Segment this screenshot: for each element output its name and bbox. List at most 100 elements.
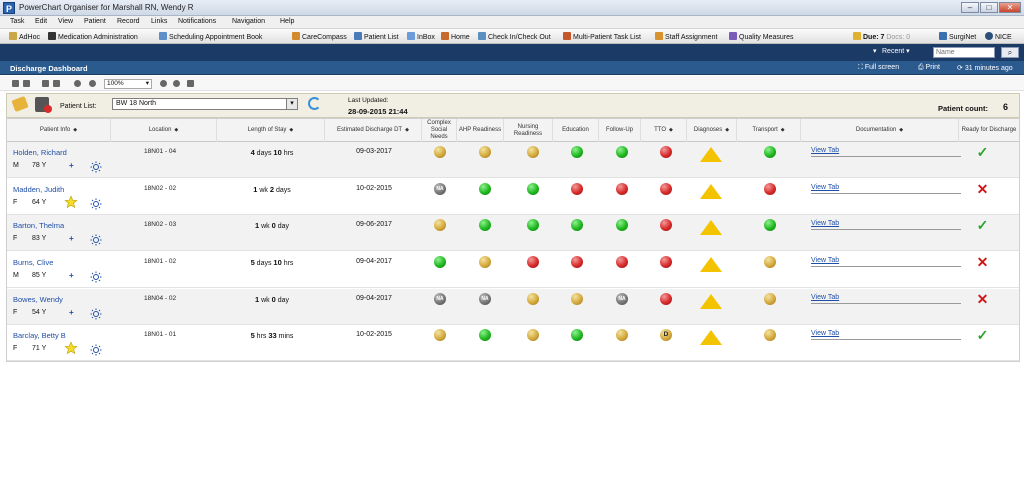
toolbar-patient-list[interactable]: Patient List <box>354 32 399 41</box>
refresh-icon[interactable] <box>308 97 321 110</box>
table-row[interactable]: Burns, Clive M 85 Y +18N01 - 02 5 days 10 hr… <box>7 252 1019 288</box>
table-row[interactable]: Barclay, Betty B F 71 Y 18N01 - 01 5 hrs 33 … <box>7 325 1019 361</box>
status-tto-icon[interactable] <box>660 146 672 158</box>
toolbar-quality-measures[interactable]: Quality Measures <box>729 32 793 41</box>
patient-name-link[interactable]: Burns, Clive <box>13 258 53 267</box>
col-ahp-readiness[interactable]: AHP Readiness <box>457 119 504 142</box>
toolbar-staff-assignment[interactable]: Staff Assignment <box>655 32 717 41</box>
ready-for-discharge-check-icon[interactable]: ✓ <box>975 328 990 343</box>
table-row[interactable]: Holden, Richard M 78 Y +18N01 - 04 4 days 10… <box>7 142 1019 178</box>
view-tab-link[interactable]: View Tab <box>811 330 839 337</box>
status-follow-up-icon[interactable] <box>616 256 628 268</box>
sun-icon[interactable] <box>90 344 102 356</box>
toolbar-check-in-out[interactable]: Check In/Check Out <box>478 32 551 41</box>
close-button[interactable]: ✕ <box>999 2 1021 13</box>
binoculars-icon[interactable] <box>12 80 19 87</box>
dropdown-arrow-icon[interactable]: ▾ <box>873 47 877 55</box>
zoom-in-icon[interactable] <box>74 80 81 87</box>
view-tab-link[interactable]: View Tab <box>811 294 839 301</box>
menu-edit[interactable]: Edit <box>35 18 47 25</box>
status-tto-icon[interactable] <box>660 293 672 305</box>
sun-icon[interactable] <box>90 234 102 246</box>
name-search-input[interactable] <box>933 47 995 58</box>
status-nursing-readiness-icon[interactable] <box>527 146 539 158</box>
ready-for-discharge-check-icon[interactable]: ✓ <box>975 218 990 233</box>
menu-navigation[interactable]: Navigation <box>232 18 265 25</box>
status-complex-social-needs-icon[interactable]: NA <box>434 293 446 305</box>
toolbar-surginet[interactable]: SurgiNet <box>939 32 976 41</box>
patient-name-link[interactable]: Madden, Judith <box>13 185 64 194</box>
status-follow-up-icon[interactable] <box>616 146 628 158</box>
status-complex-social-needs-icon[interactable] <box>434 329 446 341</box>
status-follow-up-icon[interactable] <box>616 329 628 341</box>
full-screen-button[interactable]: ⛶ Full screen <box>858 64 899 72</box>
toolbar-due[interactable]: Due: 7 Docs: 0 <box>853 32 910 41</box>
toolbar-adhoc[interactable]: AdHoc <box>9 32 40 41</box>
patient-name-link[interactable]: Bowes, Wendy <box>13 295 63 304</box>
col-education[interactable]: Education <box>553 119 599 142</box>
status-ahp-readiness-icon[interactable] <box>479 219 491 231</box>
warning-triangle-icon[interactable] <box>700 257 722 272</box>
search-icon[interactable]: ⌕ <box>1001 47 1019 58</box>
warning-triangle-icon[interactable] <box>700 147 722 162</box>
patient-name-link[interactable]: Barton, Thelma <box>13 221 64 230</box>
status-education-icon[interactable] <box>571 329 583 341</box>
status-education-icon[interactable] <box>571 146 583 158</box>
col-diagnoses[interactable]: Diagnoses ◆ <box>687 119 737 142</box>
warning-triangle-icon[interactable] <box>700 220 722 235</box>
patient-name-link[interactable]: Holden, Richard <box>13 148 67 157</box>
status-education-icon[interactable] <box>571 219 583 231</box>
status-follow-up-icon[interactable] <box>616 219 628 231</box>
status-nursing-readiness-icon[interactable] <box>527 183 539 195</box>
ready-for-discharge-cross-icon[interactable]: ✕ <box>975 292 990 307</box>
sort-icon[interactable]: ◆ <box>899 127 903 134</box>
status-complex-social-needs-icon[interactable]: NA <box>434 183 446 195</box>
plus-icon[interactable]: + <box>69 161 74 170</box>
menu-record[interactable]: Record <box>117 18 140 25</box>
table-row[interactable]: Madden, Judith F 64 Y 18N02 - 02 1 wk 2 days… <box>7 179 1019 215</box>
sort-icon[interactable]: ◆ <box>73 127 77 134</box>
recent-button[interactable]: Recent ▾ <box>882 47 910 55</box>
minimize-button[interactable]: – <box>961 2 979 13</box>
print-preview-icon[interactable] <box>42 80 49 87</box>
sun-icon[interactable] <box>90 198 102 210</box>
col-patient-info[interactable]: Patient Info ◆ <box>7 119 111 142</box>
table-row[interactable]: Barton, Thelma F 83 Y +18N02 - 03 1 wk 0 day… <box>7 215 1019 251</box>
status-complex-social-needs-icon[interactable] <box>434 146 446 158</box>
toolbar-scheduling[interactable]: Scheduling Appointment Book <box>159 32 262 41</box>
status-transport-icon[interactable] <box>764 293 776 305</box>
status-ahp-readiness-icon[interactable]: NA <box>479 293 491 305</box>
copy-icon[interactable] <box>53 80 60 87</box>
status-complex-social-needs-icon[interactable] <box>434 256 446 268</box>
status-education-icon[interactable] <box>571 183 583 195</box>
menu-view[interactable]: View <box>58 18 73 25</box>
status-tto-icon[interactable]: D <box>660 329 672 341</box>
toolbar-multi-patient-task-list[interactable]: Multi-Patient Task List <box>563 32 641 41</box>
view-tab-link[interactable]: View Tab <box>811 257 839 264</box>
sort-icon[interactable]: ◆ <box>781 127 785 134</box>
status-tto-icon[interactable] <box>660 183 672 195</box>
status-education-icon[interactable] <box>571 256 583 268</box>
menu-task[interactable]: Task <box>10 18 24 25</box>
menu-notifications[interactable]: Notifications <box>178 18 216 25</box>
table-row[interactable]: Bowes, Wendy F 54 Y +18N04 - 02 1 wk 0 day 09… <box>7 289 1019 325</box>
status-education-icon[interactable] <box>571 293 583 305</box>
star-icon[interactable] <box>64 341 78 355</box>
warning-triangle-icon[interactable] <box>700 330 722 345</box>
status-ahp-readiness-icon[interactable] <box>479 146 491 158</box>
col-nursing-readiness[interactable]: Nursing Readiness <box>504 119 553 142</box>
status-transport-icon[interactable] <box>764 146 776 158</box>
sun-icon[interactable] <box>90 271 102 283</box>
sort-icon[interactable]: ◆ <box>405 127 409 134</box>
toolbar-nice[interactable]: NICE <box>985 32 1012 41</box>
chevron-down-icon[interactable]: ▾ <box>286 99 297 109</box>
col-complex-social-needs[interactable]: Complex Social Needs <box>422 119 457 142</box>
col-documentation[interactable]: Documentation ◆ <box>801 119 959 142</box>
status-nursing-readiness-icon[interactable] <box>527 293 539 305</box>
status-nursing-readiness-icon[interactable] <box>527 219 539 231</box>
star-icon[interactable] <box>64 195 78 209</box>
pencil-icon[interactable] <box>11 95 29 113</box>
sort-icon[interactable]: ◆ <box>289 127 293 134</box>
warning-triangle-icon[interactable] <box>700 294 722 309</box>
forward-icon[interactable] <box>173 80 180 87</box>
